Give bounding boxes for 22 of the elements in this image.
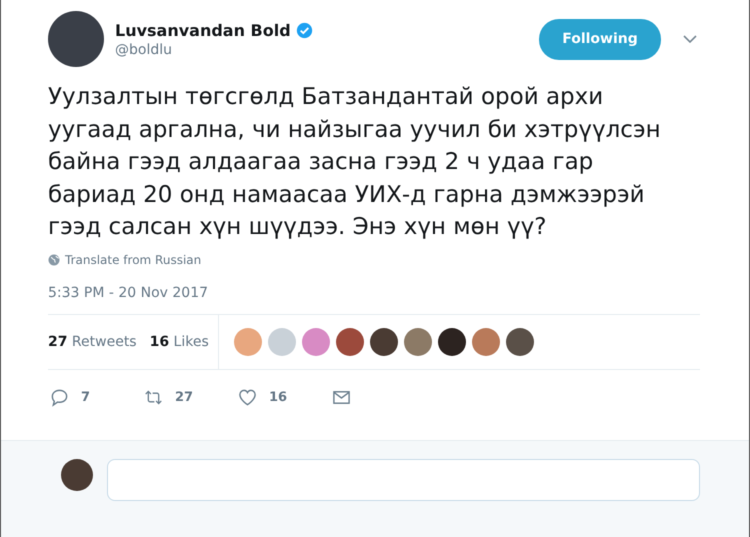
tweet-timestamp: 5:33 PM - 20 Nov 2017 xyxy=(48,284,210,300)
author-handle: @boldlu xyxy=(115,42,173,58)
action-count: 27 xyxy=(175,390,194,405)
engagement-count-link[interactable]: 16 Likes xyxy=(150,334,209,350)
user-avatar[interactable] xyxy=(370,328,398,356)
author-name: Luvsanvandan Bold xyxy=(115,20,291,40)
globe-icon xyxy=(48,254,60,266)
user-avatar xyxy=(61,458,93,490)
retweet-icon[interactable] xyxy=(144,388,163,407)
engagement-count-link[interactable]: 27 Retweets xyxy=(48,334,137,350)
speech-bubble-icon[interactable] xyxy=(50,388,69,407)
tweet-text: Уулзалтын төгсгөлд Батзандантай орой архи уугаад аргална, чи найзыгаа уучил би хэтрүүлсэн байна гээд алдаагаа засна гээд 2 ч удаа гар бариад 20 онд намаасаа УИХ-д гарна дэмжээрэй гээд салсан хүн шүүдээ. Энэ хүн мөн үү? xyxy=(48,83,662,242)
user-avatar[interactable] xyxy=(336,328,364,356)
reply-input-field[interactable] xyxy=(107,458,700,500)
user-avatar[interactable] xyxy=(438,328,466,356)
action-count: 7 xyxy=(81,390,90,405)
user-avatar[interactable] xyxy=(506,328,534,356)
heart-icon[interactable] xyxy=(238,388,257,407)
translate-link[interactable]: Translate from Russian xyxy=(65,252,202,266)
chevron-down-icon[interactable] xyxy=(683,35,697,43)
envelope-icon[interactable] xyxy=(332,388,351,407)
action-count: 16 xyxy=(269,390,288,405)
